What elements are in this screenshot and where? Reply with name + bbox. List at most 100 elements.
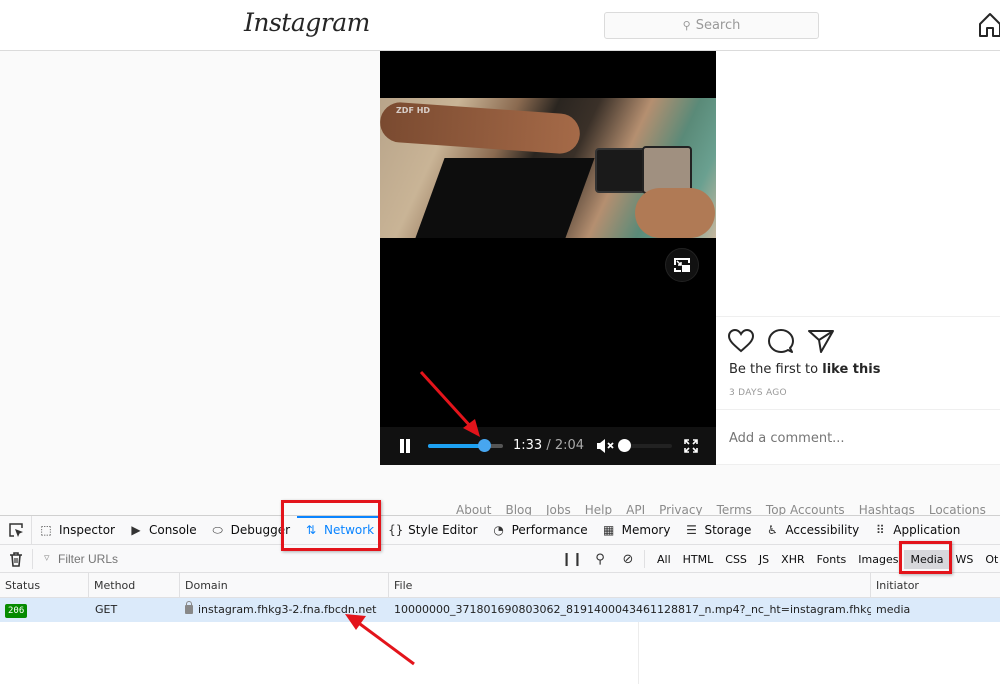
- accessibility-icon: ♿: [767, 523, 778, 537]
- current-time: 1:33: [513, 438, 543, 453]
- divider: [716, 409, 1000, 410]
- row-initiator: media: [876, 603, 911, 616]
- share-icon[interactable]: [808, 329, 834, 353]
- column-file[interactable]: File: [389, 573, 871, 598]
- seek-progress: [428, 444, 485, 448]
- filter-ws[interactable]: WS: [950, 550, 980, 569]
- video-player[interactable]: ZDF HD 1:33 / 2:04: [380, 51, 716, 465]
- footer-link[interactable]: Blog: [505, 503, 532, 515]
- search-input[interactable]: ⚲ Search: [604, 12, 819, 39]
- row-method: GET: [95, 603, 118, 616]
- like-heart-icon[interactable]: [728, 329, 754, 353]
- filter-js[interactable]: JS: [753, 550, 775, 569]
- tab-debugger[interactable]: ⬭ Debugger: [204, 516, 297, 545]
- tab-accessibility[interactable]: ♿ Accessibility: [758, 516, 866, 545]
- pause-recording-icon[interactable]: ❙❙: [558, 552, 586, 567]
- debugger-icon: ⬭: [212, 522, 223, 537]
- tab-storage[interactable]: ☰ Storage: [677, 516, 758, 545]
- column-status[interactable]: Status: [0, 573, 89, 598]
- devtools-tabs: ⬚ Inspector ▶ Console ⬭ Debugger ⇅ Network {…: [0, 515, 1000, 545]
- mute-icon[interactable]: [596, 438, 614, 454]
- console-icon: ▶: [131, 523, 141, 537]
- footer-link[interactable]: Hashtags: [859, 503, 915, 515]
- network-table-header: Status Method Domain File Initiator: [0, 573, 1000, 598]
- block-icon[interactable]: ⊘: [614, 552, 642, 567]
- comment-icon[interactable]: [768, 329, 794, 353]
- row-status: 206: [0, 598, 89, 622]
- filter-other[interactable]: Ot: [979, 550, 1000, 569]
- filter-html[interactable]: HTML: [677, 550, 720, 569]
- fullscreen-icon[interactable]: [684, 439, 698, 453]
- tab-memory[interactable]: ▦ Memory: [595, 516, 678, 545]
- filter-fonts[interactable]: Fonts: [811, 550, 853, 569]
- video-frame: ZDF HD: [380, 98, 716, 238]
- footer-link[interactable]: Locations: [929, 503, 986, 515]
- picture-in-picture-button[interactable]: [665, 248, 699, 282]
- post-sidebar: Be the first to like this 3 DAYS AGO: [716, 51, 1000, 465]
- filter-css[interactable]: CSS: [719, 550, 753, 569]
- filter-all[interactable]: All: [651, 550, 677, 569]
- footer-link[interactable]: Top Accounts: [766, 503, 845, 515]
- row-domain: instagram.fhkg3-2.fna.fbcdn.net: [180, 598, 389, 622]
- tab-inspector[interactable]: ⬚ Inspector: [32, 516, 122, 545]
- volume-slider[interactable]: [618, 439, 672, 452]
- tab-network[interactable]: ⇅ Network: [297, 515, 382, 545]
- application-icon: ⠿: [875, 523, 885, 537]
- time-display: 1:33 / 2:04: [513, 438, 585, 453]
- performance-icon: ◔: [493, 523, 504, 537]
- tab-console[interactable]: ▶ Console: [122, 516, 204, 545]
- element-picker-button[interactable]: [0, 515, 32, 545]
- tab-performance[interactable]: ◔ Performance: [485, 516, 595, 545]
- volume-thumb[interactable]: [618, 439, 631, 452]
- search-icon[interactable]: ⚲: [586, 552, 614, 567]
- element-picker-icon: [8, 523, 23, 537]
- picture-in-picture-icon: [674, 258, 690, 272]
- home-icon[interactable]: [978, 12, 1000, 38]
- memory-icon: ▦: [602, 523, 615, 537]
- likes-text: Be the first to like this: [729, 362, 881, 377]
- post-actions: [728, 329, 834, 353]
- lock-icon: [185, 601, 193, 614]
- like-this-link[interactable]: like this: [822, 362, 880, 377]
- devtools-panel: ⬚ Inspector ▶ Console ⬭ Debugger ⇅ Network {…: [0, 515, 1000, 684]
- column-domain[interactable]: Domain: [180, 573, 389, 598]
- seek-thumb[interactable]: [478, 439, 492, 452]
- filter-media[interactable]: Media: [904, 549, 950, 569]
- panel-divider[interactable]: [638, 622, 639, 684]
- seek-slider[interactable]: [428, 439, 503, 452]
- page: Instagram ⚲ Search ZDF HD 1:33 / 2:04 Be…: [0, 0, 1000, 684]
- footer-link[interactable]: API: [626, 503, 645, 515]
- footer-link[interactable]: Privacy: [659, 503, 702, 515]
- filter-images[interactable]: Images: [852, 550, 904, 569]
- tab-application[interactable]: ⠿ Application: [866, 516, 967, 545]
- style-editor-icon: {}: [388, 523, 404, 537]
- footer-link[interactable]: About: [456, 503, 491, 515]
- video-controls: 1:33 / 2:04: [380, 427, 716, 465]
- duration: 2:04: [554, 438, 585, 453]
- divider: [644, 550, 645, 568]
- footer-link[interactable]: Terms: [717, 503, 752, 515]
- row-file: 10000000_371801690803062_819140004346112…: [394, 603, 871, 616]
- filter-xhr[interactable]: XHR: [775, 550, 810, 569]
- channel-logo: ZDF HD: [396, 106, 431, 115]
- filter-urls-input[interactable]: [42, 549, 242, 569]
- network-icon: ⇅: [306, 523, 317, 537]
- footer-link[interactable]: Help: [585, 503, 612, 515]
- clear-trash-icon[interactable]: [8, 551, 24, 567]
- post-timestamp: 3 DAYS AGO: [729, 388, 787, 398]
- search-icon: ⚲: [682, 19, 691, 32]
- footer-link[interactable]: Jobs: [546, 503, 571, 515]
- storage-icon: ☰: [686, 523, 697, 537]
- divider: [32, 549, 33, 569]
- instagram-header: Instagram ⚲ Search: [0, 0, 1000, 51]
- network-toolbar: ▿ ❙❙ ⚲ ⊘ All HTML CSS JS XHR Fonts Image…: [0, 545, 1000, 573]
- table-row[interactable]: 206 GET instagram.fhkg3-2.fna.fbcdn.net …: [0, 598, 1000, 622]
- column-initiator[interactable]: Initiator: [871, 573, 1000, 598]
- tab-style-editor[interactable]: {} Style Editor: [381, 516, 484, 545]
- pause-button[interactable]: [399, 439, 411, 453]
- instagram-logo[interactable]: Instagram: [244, 8, 370, 37]
- status-badge: 206: [5, 604, 28, 618]
- footer-links: About Blog Jobs Help API Privacy Terms T…: [456, 503, 986, 515]
- column-method[interactable]: Method: [89, 573, 180, 598]
- comment-input[interactable]: [729, 431, 989, 446]
